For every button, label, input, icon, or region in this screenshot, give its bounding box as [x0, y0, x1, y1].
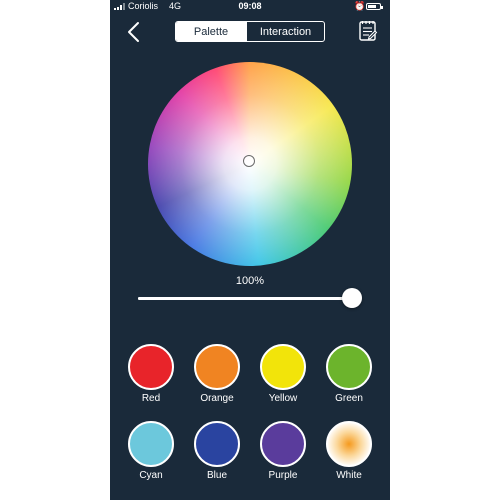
preset-label: Red	[141, 393, 161, 404]
preset-cyan-swatch[interactable]	[128, 421, 174, 467]
app-screen: Coriolis 4G 09:08 ⏰ Palette Interaction	[110, 0, 390, 500]
battery-icon	[366, 3, 383, 10]
color-picker-handle[interactable]	[243, 155, 255, 167]
clock: 09:08	[238, 1, 262, 11]
brightness-slider-track[interactable]	[138, 297, 352, 300]
preset-label: Yellow	[268, 393, 298, 404]
preset-label: Green	[335, 393, 363, 404]
preset-label: White	[336, 470, 362, 481]
preset-green-swatch[interactable]	[326, 344, 372, 390]
preset-yellow-swatch[interactable]	[260, 344, 306, 390]
preset-label: Orange	[200, 393, 234, 404]
preset-label: Blue	[206, 470, 227, 481]
preset-label: Cyan	[139, 470, 163, 481]
notepad-icon	[359, 21, 378, 41]
notes-button[interactable]	[358, 20, 378, 42]
brightness-slider-thumb[interactable]	[342, 288, 362, 308]
chevron-left-icon	[128, 22, 139, 42]
brightness-slider-fill	[138, 297, 352, 300]
preset-blue-swatch[interactable]	[194, 421, 240, 467]
color-wheel[interactable]	[148, 62, 352, 266]
preset-label: Purple	[268, 470, 298, 481]
status-bar: Coriolis 4G 09:08 ⏰	[110, 0, 390, 14]
preset-white-swatch[interactable]	[326, 421, 372, 467]
preset-purple-swatch[interactable]	[260, 421, 306, 467]
tab-interaction[interactable]: Interaction	[246, 22, 324, 41]
brightness-percent: 100%	[235, 275, 265, 287]
preset-orange-swatch[interactable]	[194, 344, 240, 390]
alarm-icon: ⏰	[354, 1, 366, 11]
preset-red-swatch[interactable]	[128, 344, 174, 390]
tab-palette[interactable]: Palette	[176, 22, 246, 41]
back-button[interactable]	[124, 20, 144, 44]
mode-segmented-control: Palette Interaction	[175, 21, 325, 42]
